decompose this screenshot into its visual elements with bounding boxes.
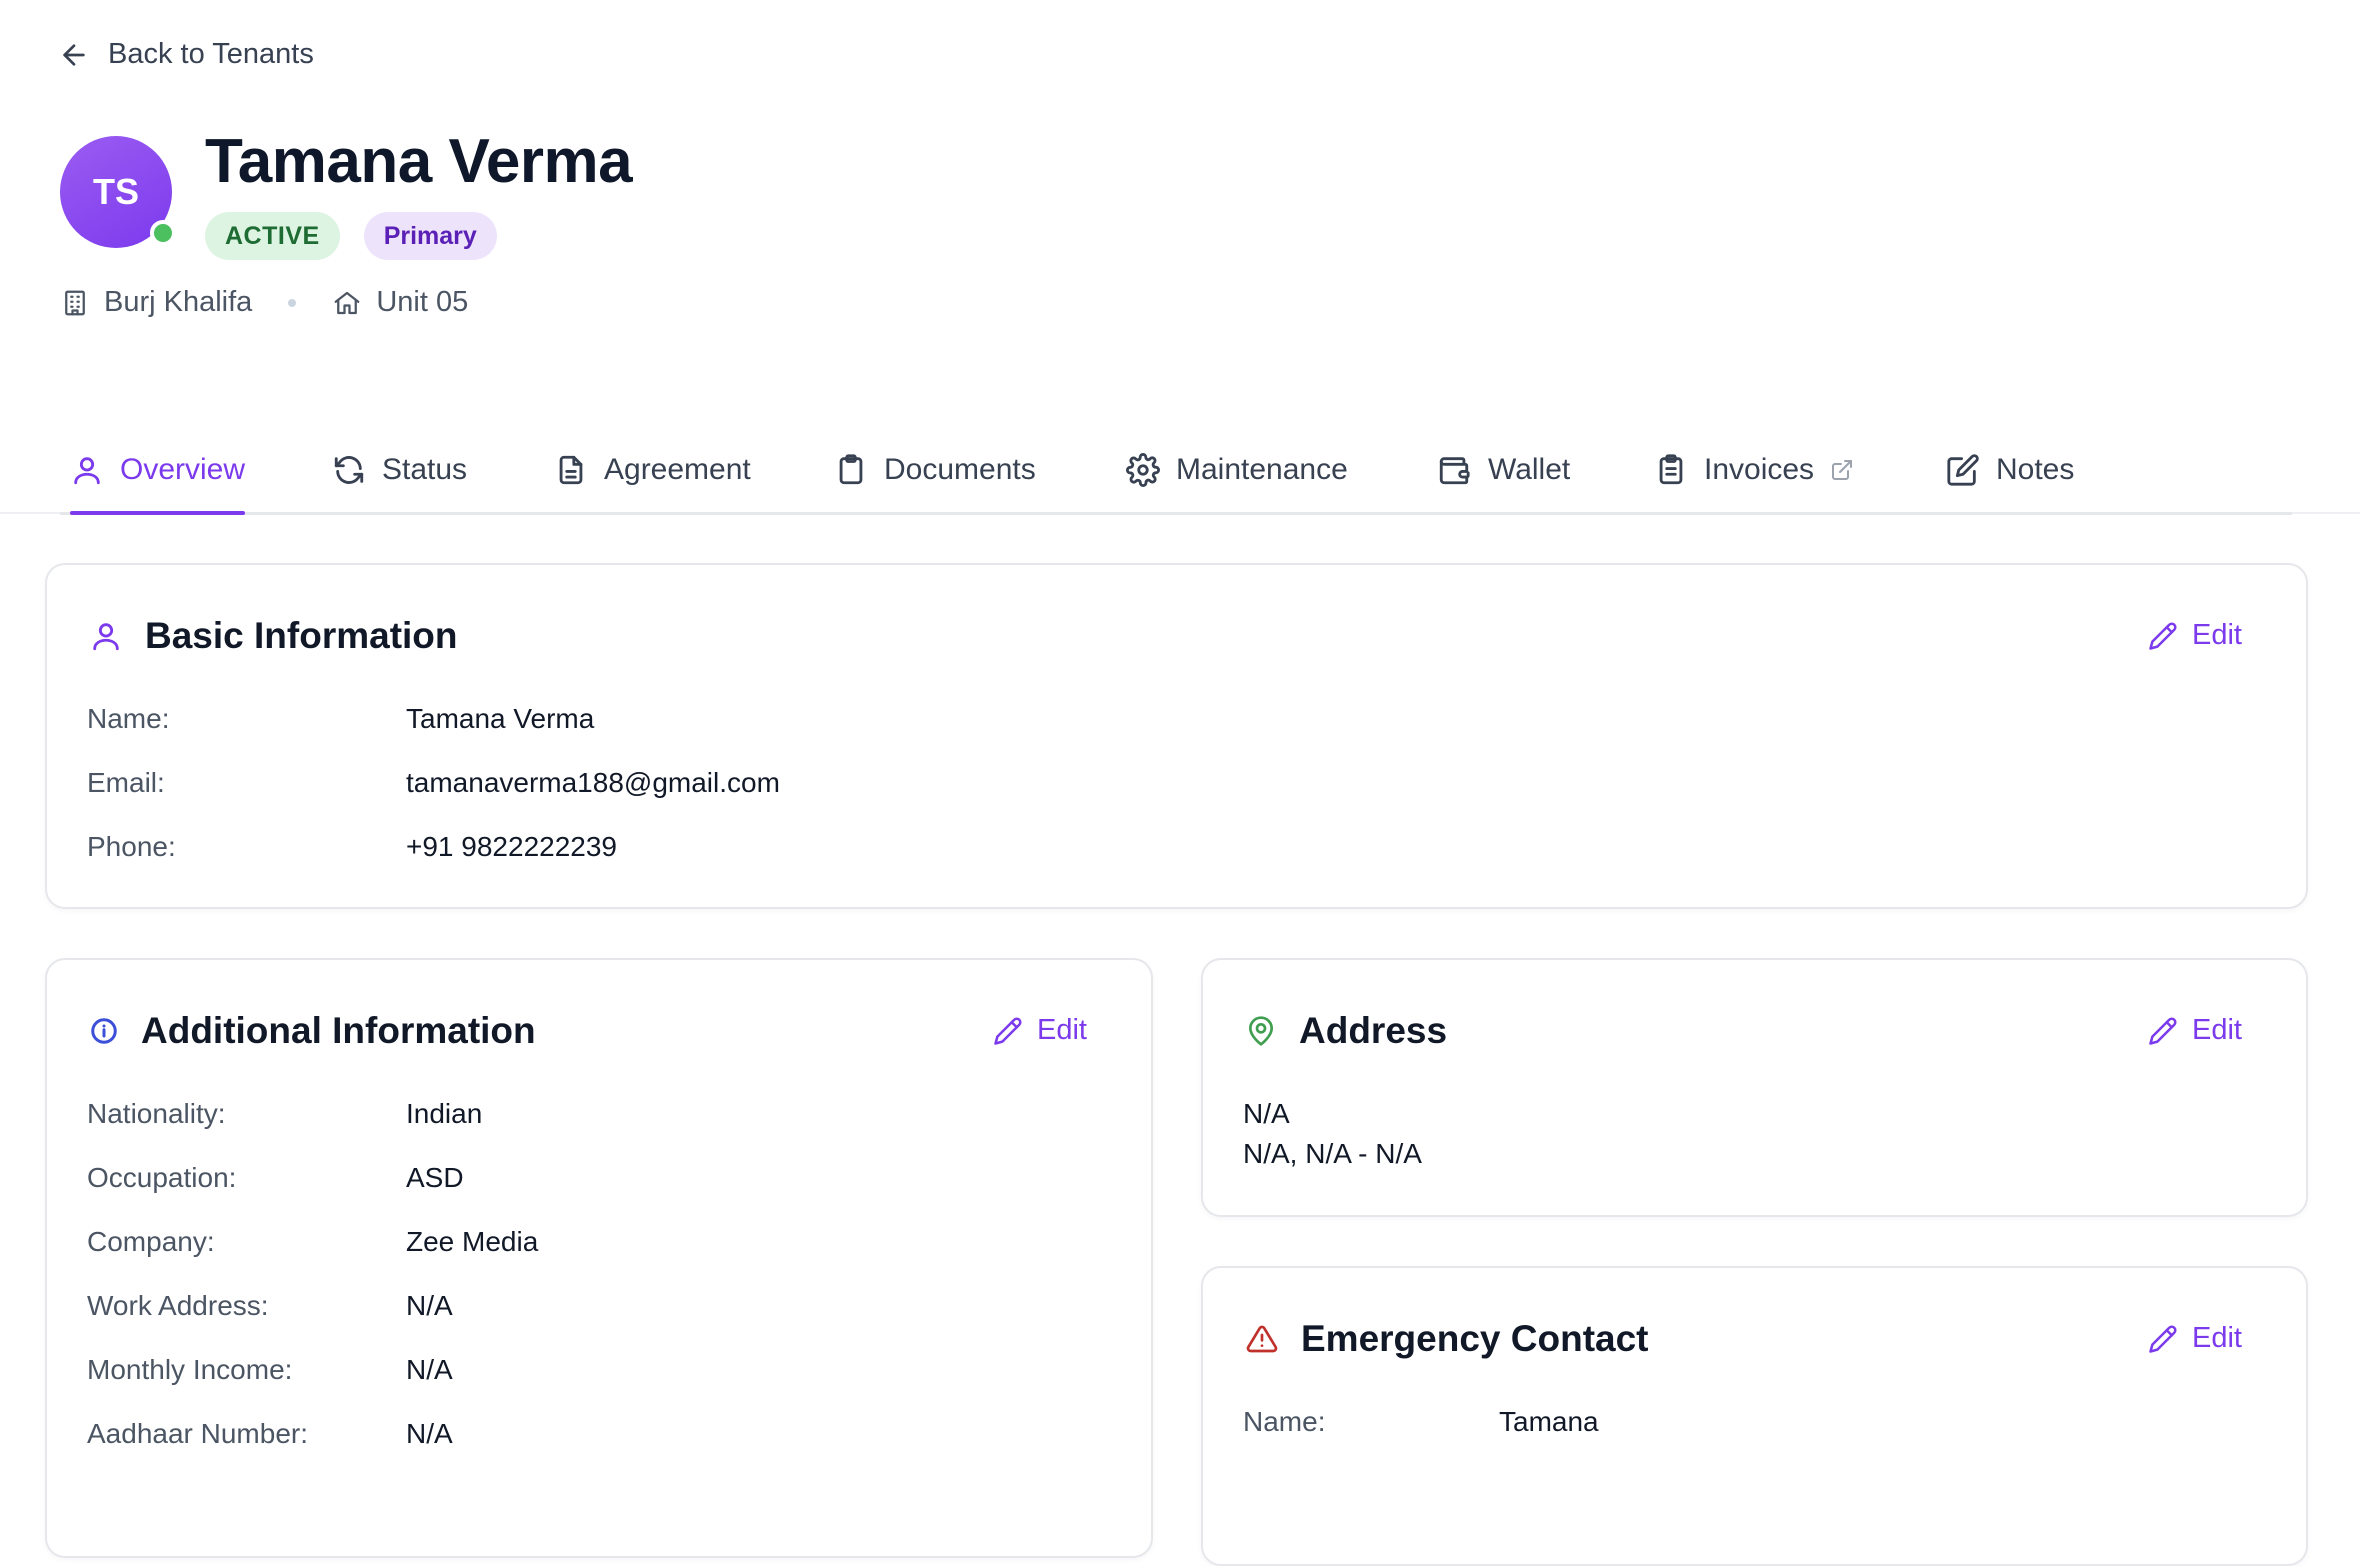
warning-triangle-icon bbox=[1245, 1323, 1279, 1355]
field-label: Name: bbox=[1243, 1406, 1326, 1437]
unit-name: Unit 05 bbox=[376, 286, 469, 318]
card-header: Basic Information bbox=[89, 615, 458, 657]
field-value: Tamana Verma bbox=[406, 703, 595, 734]
tab-bar: Overview Status Agreement Documents Main… bbox=[60, 428, 2292, 515]
wallet-icon bbox=[1436, 453, 1472, 487]
field-label: Email: bbox=[87, 767, 165, 798]
map-pin-icon bbox=[1245, 1013, 1277, 1049]
edit-basic-info-button[interactable]: Edit bbox=[2148, 619, 2242, 652]
field-label: Monthly Income: bbox=[87, 1354, 293, 1385]
building-icon bbox=[60, 288, 90, 318]
building-info: Burj Khalifa bbox=[60, 286, 252, 319]
file-text-icon bbox=[554, 453, 588, 487]
home-icon bbox=[332, 288, 362, 318]
edit-icon bbox=[1946, 453, 1980, 487]
tab-label: Wallet bbox=[1488, 453, 1571, 486]
field-label: Nationality: bbox=[87, 1098, 226, 1129]
field-value: Zee Media bbox=[406, 1226, 539, 1257]
field-value: Indian bbox=[406, 1098, 483, 1129]
additional-information-card: Additional Information Edit Nationality:… bbox=[45, 958, 1153, 1558]
location-info: Burj Khalifa Unit 05 bbox=[60, 286, 468, 319]
separator-dot bbox=[288, 298, 297, 307]
field-label: Work Address: bbox=[87, 1290, 269, 1321]
tab-label: Status bbox=[382, 453, 468, 486]
status-badge: ACTIVE bbox=[205, 212, 340, 260]
avatar: TS bbox=[60, 136, 176, 248]
user-icon bbox=[70, 453, 104, 487]
back-label: Back to Tenants bbox=[108, 38, 314, 70]
card-header: Address bbox=[1245, 1010, 1447, 1052]
card-header: Emergency Contact bbox=[1245, 1318, 1649, 1360]
card-title: Basic Information bbox=[145, 615, 458, 656]
page-title: Tamana Verma bbox=[205, 127, 633, 196]
field-value: Tamana bbox=[1499, 1406, 1599, 1437]
tab-status[interactable]: Status bbox=[332, 428, 467, 512]
refresh-icon bbox=[332, 453, 366, 487]
field-label: Aadhaar Number: bbox=[87, 1418, 309, 1449]
edit-label: Edit bbox=[2192, 1014, 2242, 1046]
edit-label: Edit bbox=[2192, 619, 2242, 651]
basic-information-card: Basic Information Edit Name: Tamana Verm… bbox=[45, 563, 2308, 909]
tab-label: Maintenance bbox=[1176, 453, 1348, 486]
field-label: Company: bbox=[87, 1226, 215, 1257]
field-value: N/A bbox=[406, 1290, 453, 1321]
tab-maintenance[interactable]: Maintenance bbox=[1126, 428, 1348, 512]
building-name: Burj Khalifa bbox=[104, 286, 253, 318]
edit-address-button[interactable]: Edit bbox=[2148, 1014, 2242, 1047]
card-title: Emergency Contact bbox=[1301, 1318, 1649, 1359]
tab-agreement[interactable]: Agreement bbox=[554, 428, 751, 512]
card-title: Additional Information bbox=[141, 1010, 536, 1051]
address-value: N/A bbox=[1243, 1098, 1290, 1129]
field-label: Name: bbox=[87, 703, 170, 734]
field-label: Occupation: bbox=[87, 1162, 237, 1193]
field-value: tamanaverma188@gmail.com bbox=[406, 767, 780, 798]
back-to-tenants-link[interactable]: Back to Tenants bbox=[58, 38, 314, 71]
field-value: N/A bbox=[406, 1418, 453, 1449]
clipboard-list-icon bbox=[1654, 453, 1688, 487]
tenant-type-badge: Primary bbox=[363, 212, 497, 260]
tab-label: Overview bbox=[120, 453, 246, 486]
field-value: +91 9822222239 bbox=[406, 831, 617, 862]
address-card: Address Edit N/A N/A, N/A - N/A bbox=[1201, 958, 2308, 1217]
tab-overview[interactable]: Overview bbox=[70, 428, 246, 515]
tab-notes[interactable]: Notes bbox=[1946, 428, 2074, 512]
pencil-icon bbox=[993, 1016, 1023, 1046]
info-icon bbox=[89, 1016, 119, 1046]
tab-wallet[interactable]: Wallet bbox=[1436, 428, 1570, 512]
field-value: ASD bbox=[406, 1162, 464, 1193]
user-icon bbox=[89, 618, 123, 654]
edit-emergency-contact-button[interactable]: Edit bbox=[2148, 1322, 2242, 1355]
field-label: Phone: bbox=[87, 831, 176, 862]
arrow-left-icon bbox=[58, 39, 90, 71]
tab-documents[interactable]: Documents bbox=[834, 428, 1036, 512]
address-value: N/A, N/A - N/A bbox=[1243, 1138, 1422, 1169]
pencil-icon bbox=[2148, 1016, 2178, 1046]
tab-invoices[interactable]: Invoices bbox=[1654, 428, 1854, 512]
tab-label: Agreement bbox=[604, 453, 751, 486]
edit-label: Edit bbox=[1037, 1014, 1087, 1046]
field-value: N/A bbox=[406, 1354, 453, 1385]
pencil-icon bbox=[2148, 621, 2178, 651]
edit-additional-info-button[interactable]: Edit bbox=[993, 1014, 1087, 1047]
clipboard-icon bbox=[834, 453, 868, 487]
gear-icon bbox=[1126, 453, 1160, 487]
tab-label: Notes bbox=[1996, 453, 2075, 486]
tab-label: Documents bbox=[884, 453, 1036, 486]
badge-group: ACTIVE Primary bbox=[205, 212, 497, 260]
tab-label: Invoices bbox=[1704, 453, 1815, 486]
online-status-dot bbox=[150, 220, 176, 246]
card-header: Additional Information bbox=[89, 1010, 536, 1052]
avatar-initials: TS bbox=[92, 171, 139, 212]
external-link-icon bbox=[1830, 458, 1854, 482]
edit-label: Edit bbox=[2192, 1322, 2242, 1354]
emergency-contact-card: Emergency Contact Edit Name: Tamana bbox=[1201, 1266, 2308, 1566]
pencil-icon bbox=[2148, 1324, 2178, 1354]
unit-info: Unit 05 bbox=[332, 286, 468, 319]
card-title: Address bbox=[1299, 1010, 1448, 1051]
